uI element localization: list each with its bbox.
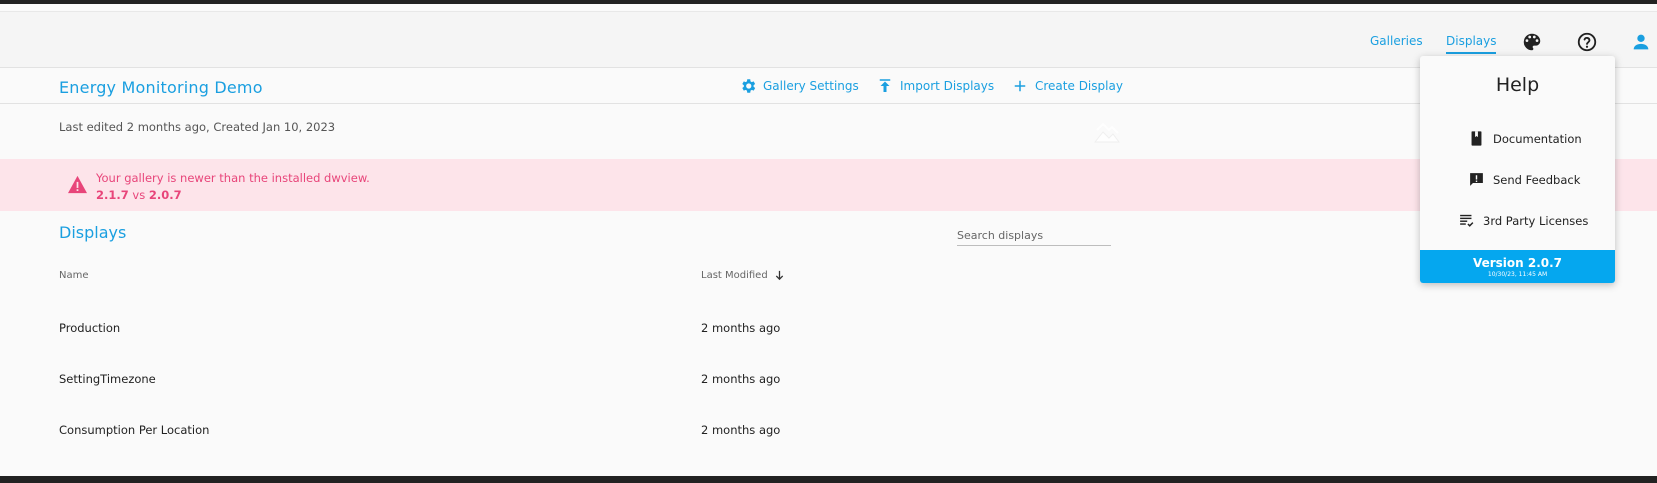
user-icon[interactable] (1630, 31, 1652, 53)
feedback-icon (1470, 173, 1483, 186)
help-menu-item-send-feedback[interactable]: Send Feedback (1468, 171, 1580, 188)
version-info: Version 2.0.7 10/30/23, 11:45 AM (1420, 250, 1615, 283)
plus-icon (1014, 80, 1026, 92)
version-date: 10/30/23, 11:45 AM (1487, 271, 1548, 278)
warning-versions: 2.1.7 vs 2.0.7 (96, 188, 182, 202)
app-bar: Galleries Displays (0, 11, 1657, 68)
upload-icon (879, 79, 891, 92)
column-header-name[interactable]: Name (59, 270, 89, 281)
help-menu-item-licenses[interactable]: 3rd Party Licenses (1458, 212, 1588, 229)
help-menu-title: Help (1495, 74, 1540, 96)
gallery-settings-label: Gallery Settings (763, 79, 859, 93)
versus-text: vs (132, 188, 146, 202)
help-menu-item-documentation[interactable]: Documentation (1468, 130, 1582, 147)
palette-icon[interactable] (1521, 31, 1543, 53)
search-field (957, 224, 1111, 246)
licenses-label: 3rd Party Licenses (1483, 213, 1589, 228)
gear-icon (742, 79, 756, 93)
displays-heading: Displays (59, 223, 127, 242)
table-row-modified: 2 months ago (701, 423, 781, 437)
gallery-title: Energy Monitoring Demo (59, 78, 263, 97)
documentation-label: Documentation (1493, 131, 1582, 146)
column-header-last-modified-label: Last Modified (701, 270, 768, 281)
nav-galleries[interactable]: Galleries (1370, 34, 1423, 48)
send-feedback-label: Send Feedback (1493, 172, 1581, 187)
gallery-settings-button[interactable]: Gallery Settings (739, 77, 859, 95)
nav-displays[interactable]: Displays (1446, 34, 1497, 54)
help-circle-icon[interactable] (1576, 31, 1598, 53)
installed-version: 2.0.7 (148, 188, 182, 202)
checklist-icon (1460, 214, 1474, 227)
arrow-down-icon[interactable] (774, 270, 785, 281)
help-menu: Help Documentation Send Feedback 3rd Par… (1420, 56, 1615, 283)
table-row-name[interactable]: Consumption Per Location (59, 423, 209, 437)
import-displays-label: Import Displays (900, 79, 995, 93)
gallery-version: 2.1.7 (96, 188, 129, 202)
gallery-header: Energy Monitoring Demo Gallery Settings … (0, 68, 1657, 104)
window-bottom-border (0, 476, 1657, 483)
book-icon (1471, 131, 1482, 146)
gallery-thumbnail-icon (1093, 122, 1120, 143)
warning-message: Your gallery is newer than the installed… (96, 171, 370, 185)
column-header-last-modified[interactable]: Last Modified (701, 270, 785, 281)
gallery-meta: Last edited 2 months ago, Created Jan 10… (59, 120, 336, 134)
table-row-name[interactable]: Production (59, 321, 120, 335)
warning-triangle-icon (68, 175, 87, 194)
import-displays-button[interactable]: Import Displays (876, 77, 994, 95)
table-row-modified: 2 months ago (701, 321, 781, 335)
create-display-button[interactable]: Create Display (1011, 77, 1123, 95)
version-warning-banner: Your gallery is newer than the installed… (0, 159, 1657, 211)
version-number: Version 2.0.7 (1472, 256, 1563, 270)
window-top-border (0, 0, 1657, 4)
table-row-modified: 2 months ago (701, 372, 781, 386)
create-display-label: Create Display (1035, 79, 1123, 93)
table-row-name[interactable]: SettingTimezone (59, 372, 156, 386)
search-input[interactable] (957, 225, 1111, 246)
